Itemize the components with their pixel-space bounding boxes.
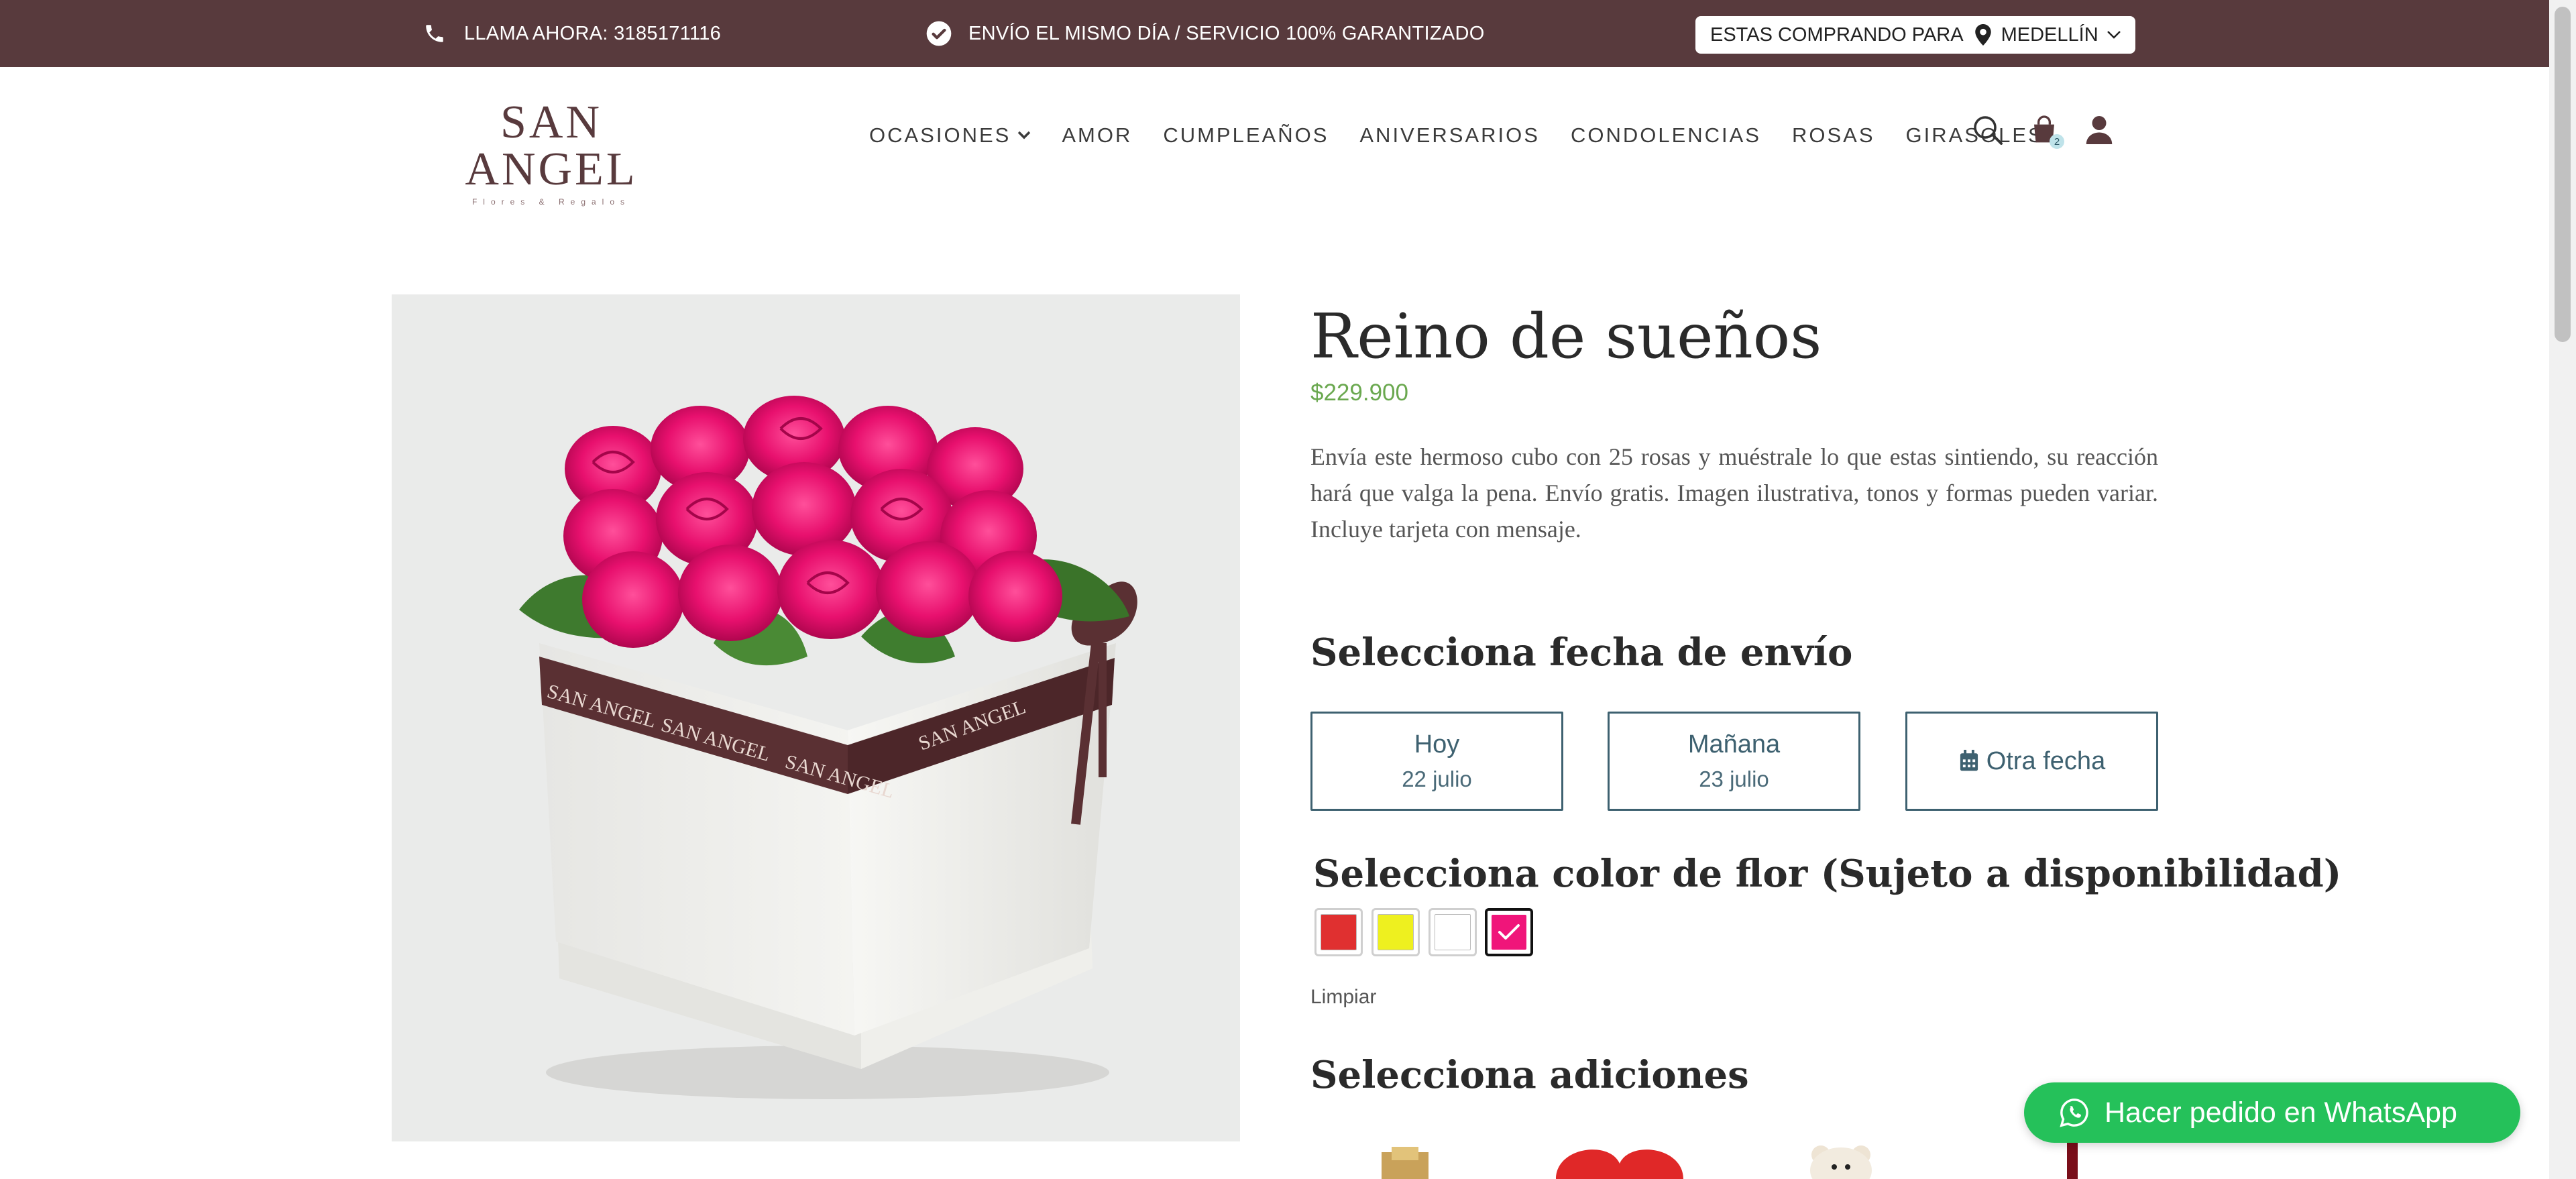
site-logo[interactable]: SAN ANGEL Flores & Regalos	[424, 99, 679, 207]
user-icon	[2085, 115, 2113, 149]
nav-item-aniversarios[interactable]: ANIVERSARIOS	[1359, 123, 1540, 148]
nav-item-ocasiones[interactable]: OCASIONES	[869, 123, 1031, 148]
nav-item-cumpleanos[interactable]: CUMPLEAÑOS	[1163, 123, 1329, 148]
date-option-tomorrow[interactable]: Mañana 23 julio	[1608, 712, 1860, 811]
nav-item-condolencias[interactable]: CONDOLENCIAS	[1571, 123, 1761, 148]
product-image: SAN ANGEL SAN ANGEL SAN ANGEL SAN ANGEL	[392, 294, 1240, 1141]
search-icon	[1972, 114, 2004, 150]
phone-icon	[421, 20, 448, 47]
check-icon	[1488, 911, 1530, 954]
product-title: Reino de sueños	[1310, 300, 1822, 372]
date-option-label: Hoy	[1414, 730, 1460, 759]
logo-subtitle: Flores & Regalos	[471, 197, 631, 207]
date-option-other[interactable]: Otra fecha	[1905, 712, 2158, 811]
swatch-fill	[1378, 914, 1414, 950]
swatch-fill	[1321, 914, 1357, 950]
addon-wine-bottle[interactable]	[2060, 1140, 2084, 1179]
chevron-down-icon	[2107, 30, 2121, 40]
whatsapp-icon	[2059, 1097, 2090, 1128]
color-swatch-red[interactable]	[1314, 908, 1363, 956]
shipping-guarantee: ENVÍO EL MISMO DÍA / SERVICIO 100% GARAN…	[926, 0, 1485, 67]
map-pin-icon	[1974, 24, 1992, 46]
product-price: $229.900	[1310, 380, 1408, 406]
addon-heart-balloon[interactable]	[1549, 1140, 1690, 1179]
color-swatch-yellow[interactable]	[1371, 908, 1420, 956]
calendar-icon	[1958, 750, 1980, 773]
top-announcement-bar: LLAMA AHORA: 3185171116 ENVÍO EL MISMO D…	[0, 0, 2576, 67]
addon-chocolates[interactable]	[1375, 1140, 1435, 1179]
product-description: Envía este hermoso cubo con 25 rosas y m…	[1310, 443, 2158, 543]
phone-contact[interactable]: LLAMA AHORA: 3185171116	[421, 0, 721, 67]
phone-text: LLAMA AHORA: 3185171116	[464, 22, 722, 44]
flower-color-title: Selecciona color de flor (Sujeto a dispo…	[1313, 852, 2342, 896]
cart-count-badge: 2	[2050, 134, 2064, 149]
whatsapp-order-button[interactable]: Hacer pedido en WhatsApp	[2024, 1082, 2520, 1143]
logo-text: SAN ANGEL	[465, 97, 638, 195]
addon-teddy-bear[interactable]	[1797, 1140, 1885, 1179]
nav-item-rosas[interactable]: ROSAS	[1792, 123, 1875, 148]
location-selector[interactable]: ESTAS COMPRANDO PARA MEDELLÍN	[1695, 16, 2135, 54]
swatch-fill	[1435, 914, 1471, 950]
date-option-label: Otra fecha	[1986, 746, 2106, 775]
delivery-date-title: Selecciona fecha de envío	[1310, 630, 1853, 675]
chevron-down-icon	[1017, 131, 1031, 140]
nav-label: OCASIONES	[869, 123, 1011, 147]
addons-title: Selecciona adiciones	[1310, 1053, 1749, 1097]
date-option-label: Mañana	[1687, 730, 1781, 759]
date-option-date: 22 julio	[1402, 767, 1472, 791]
check-circle-icon	[926, 20, 952, 47]
cart-button[interactable]: 2	[2028, 114, 2064, 149]
color-swatch-white[interactable]	[1429, 908, 1477, 956]
color-swatch-pink[interactable]	[1485, 908, 1533, 956]
date-option-date: 23 julio	[1699, 767, 1769, 791]
nav-item-amor[interactable]: AMOR	[1062, 123, 1132, 148]
shipping-text: ENVÍO EL MISMO DÍA / SERVICIO 100% GARAN…	[968, 22, 1485, 44]
page-scrollbar[interactable]	[2549, 0, 2576, 1179]
location-prefix: ESTAS COMPRANDO PARA	[1710, 23, 1964, 46]
account-button[interactable]	[2082, 114, 2117, 149]
search-button[interactable]	[1970, 114, 2005, 149]
date-option-today[interactable]: Hoy 22 julio	[1310, 712, 1563, 811]
clear-selection-link[interactable]: Limpiar	[1310, 986, 1376, 1009]
shopping-bag-icon: 2	[2031, 115, 2064, 149]
location-city: MEDELLÍN	[2001, 23, 2098, 46]
whatsapp-label: Hacer pedido en WhatsApp	[2105, 1096, 2457, 1129]
scrollbar-thumb[interactable]	[2555, 7, 2571, 342]
main-nav: OCASIONES AMOR CUMPLEAÑOS ANIVERSARIOS C…	[869, 118, 2044, 153]
